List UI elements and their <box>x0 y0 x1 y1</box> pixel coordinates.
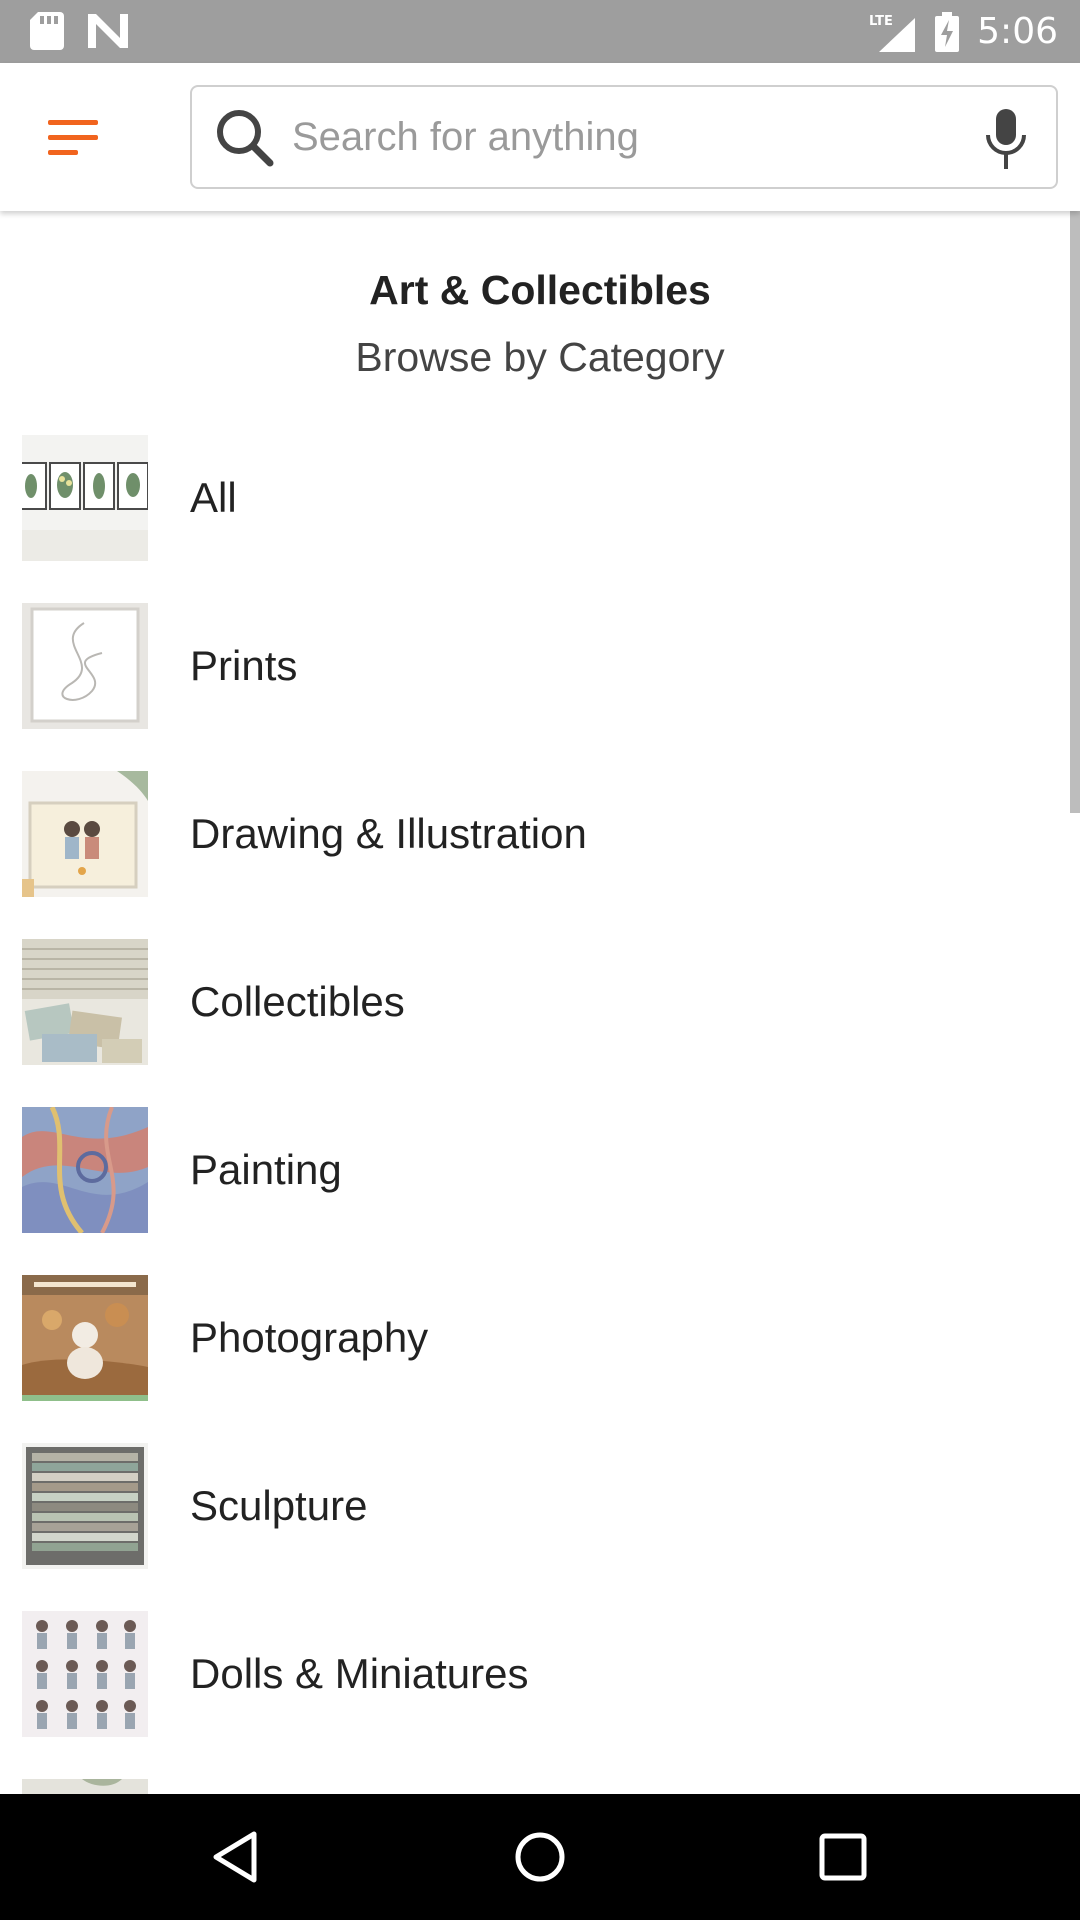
home-icon <box>515 1832 565 1882</box>
line-art-print-thumbnail <box>22 603 148 729</box>
app-bar <box>0 63 1080 211</box>
lte-signal-icon: LTE <box>869 14 916 52</box>
search-input[interactable] <box>292 101 952 173</box>
notification-n-icon <box>88 14 128 48</box>
wood-strip-art-thumbnail <box>22 1443 148 1569</box>
miniature-figures-thumbnail <box>22 1611 148 1737</box>
status-time: 5:06 <box>977 11 1058 52</box>
back-button[interactable] <box>200 1822 270 1892</box>
category-browser[interactable]: Art & Collectibles Browse by Category Al… <box>0 211 1080 1794</box>
partial-thumbnail <box>22 1779 148 1794</box>
sd-card-icon <box>30 12 64 50</box>
home-button[interactable] <box>505 1822 575 1892</box>
category-label: Painting <box>190 1146 342 1193</box>
menu-button[interactable] <box>28 93 118 183</box>
category-item-drawing-illustration[interactable]: Drawing & Illustration <box>0 757 1070 925</box>
couple-illustration-thumbnail <box>22 771 148 897</box>
svg-text:LTE: LTE <box>869 14 893 29</box>
search-box[interactable] <box>190 85 1058 189</box>
abstract-painting-thumbnail <box>22 1107 148 1233</box>
category-label: Photography <box>190 1314 429 1361</box>
recents-icon <box>819 1833 867 1881</box>
mic-icon[interactable] <box>984 109 1028 169</box>
category-item-photography[interactable]: Photography <box>0 1261 1070 1429</box>
category-item-partial[interactable] <box>0 1765 1070 1794</box>
category-label: Sculpture <box>190 1482 368 1529</box>
page-title: Art & Collectibles <box>369 267 711 313</box>
hamburger-menu-icon <box>48 120 98 155</box>
category-item-prints[interactable]: Prints <box>0 589 1070 757</box>
search-icon <box>217 110 274 167</box>
back-icon <box>213 1831 257 1883</box>
category-label: Prints <box>190 642 298 689</box>
postcard-stack-thumbnail <box>22 939 148 1065</box>
category-item-painting[interactable]: Painting <box>0 1093 1070 1261</box>
category-label: Dolls & Miniatures <box>190 1650 529 1697</box>
battery-charging-icon <box>935 11 960 52</box>
category-label: Collectibles <box>190 978 405 1025</box>
recents-button[interactable] <box>808 1822 878 1892</box>
status-bar: LTE 5:06 <box>0 0 1080 63</box>
category-label: Drawing & Illustration <box>190 810 587 857</box>
category-item-sculpture[interactable]: Sculpture <box>0 1429 1070 1597</box>
page-subtitle: Browse by Category <box>355 334 725 380</box>
category-item-dolls-miniatures[interactable]: Dolls & Miniatures <box>0 1597 1070 1765</box>
botanical-prints-thumbnail <box>22 435 148 561</box>
category-item-all[interactable]: All <box>0 421 1070 589</box>
category-item-collectibles[interactable]: Collectibles <box>0 925 1070 1093</box>
navigation-bar <box>0 1794 1080 1920</box>
autumn-photo-thumbnail <box>22 1275 148 1401</box>
category-label: All <box>190 474 237 521</box>
